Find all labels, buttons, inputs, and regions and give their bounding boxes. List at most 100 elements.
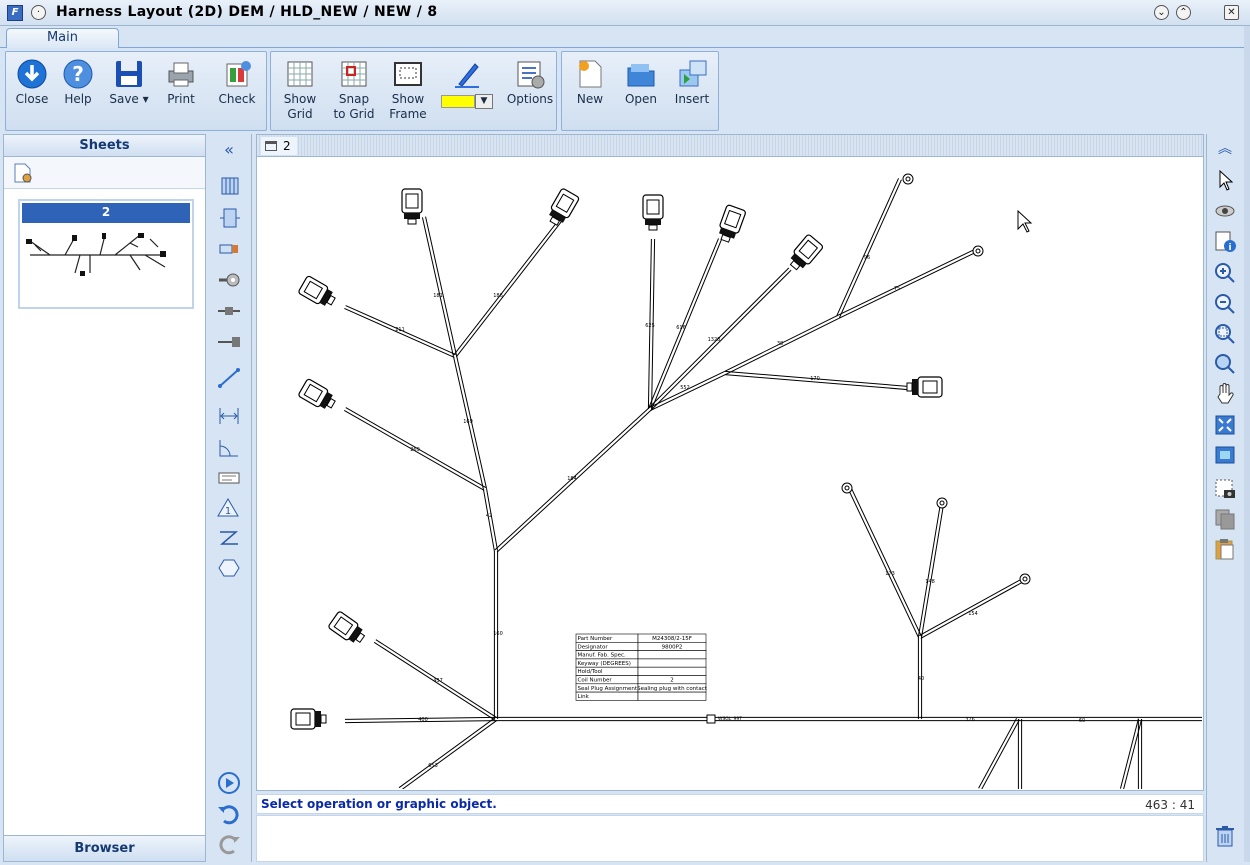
connector-backshell <box>645 219 661 225</box>
connector-face <box>295 712 311 726</box>
segment-label: 173 <box>885 571 895 577</box>
redo-icon[interactable] <box>216 831 242 855</box>
clear-messages-icon[interactable] <box>1213 824 1237 848</box>
view-tools-bar: ︽ i <box>1206 134 1242 862</box>
ring-terminal-tool-icon[interactable] <box>216 268 242 292</box>
connector-backshell <box>315 711 321 727</box>
splice-tool-icon[interactable] <box>216 206 242 230</box>
splice-marker <box>706 714 716 724</box>
wire-segment <box>978 717 1018 789</box>
save-button[interactable]: Save ▾ <box>104 58 154 107</box>
check-button[interactable]: Check <box>212 58 262 107</box>
sheet-thumbnail[interactable]: 2 <box>18 199 194 309</box>
table-key: Designator <box>578 644 609 650</box>
splice-marker-label: WSGL_99T <box>718 716 742 722</box>
sleeve-tool-icon[interactable] <box>216 299 242 323</box>
sheets-header[interactable]: Sheets <box>4 135 205 157</box>
connector-clamp <box>906 382 913 392</box>
status-message: Select operation or graphic object. <box>261 797 497 811</box>
browser-header[interactable]: Browser <box>4 835 205 861</box>
color-dropdown-button[interactable]: ▼ <box>475 94 493 109</box>
zoom-window-icon[interactable] <box>1213 322 1237 346</box>
undo-icon[interactable] <box>216 801 242 825</box>
select-pointer-icon[interactable] <box>1213 168 1237 192</box>
collapse-up-icon[interactable]: ︽ <box>1213 138 1237 162</box>
color-swatch[interactable] <box>441 95 475 108</box>
table-value: 2 <box>670 678 674 684</box>
view-eye-icon[interactable] <box>1213 199 1237 223</box>
help-button[interactable]: ? Help <box>56 58 100 107</box>
note-tool-icon[interactable]: 1 <box>216 496 242 520</box>
segment-label: 1328 <box>708 337 721 343</box>
angle-dimension-tool-icon[interactable] <box>216 436 242 460</box>
segment-tool-icon[interactable] <box>216 366 242 390</box>
fit-sheet-icon[interactable] <box>1213 443 1237 467</box>
connector-tool-icon[interactable] <box>216 174 242 198</box>
close-button[interactable]: Close <box>10 58 54 107</box>
options-button[interactable]: Options <box>505 58 555 107</box>
connector-symbol <box>290 708 327 730</box>
zoom-in-icon[interactable] <box>1213 261 1237 285</box>
segment-label: 170 <box>810 376 820 382</box>
properties-info-icon[interactable]: i <box>1213 229 1237 253</box>
segment-label: 154 <box>968 611 978 617</box>
pen-icon <box>451 58 483 90</box>
maximize-button[interactable]: ⌃ <box>1176 5 1191 20</box>
print-button[interactable]: Print <box>158 58 204 107</box>
document-tab[interactable]: 2 <box>261 137 297 155</box>
window-edge-scrollbar[interactable] <box>1244 26 1250 862</box>
wire-end-tool-icon[interactable] <box>216 237 242 261</box>
minimize-button[interactable]: ⌄ <box>1154 5 1169 20</box>
text-tool-icon[interactable] <box>216 466 242 490</box>
show-grid-button[interactable]: Show Grid <box>277 58 323 122</box>
segment-label: 653 <box>428 763 438 769</box>
check-icon <box>221 58 253 90</box>
pan-hand-icon[interactable] <box>1213 382 1237 406</box>
insert-button[interactable]: Insert <box>668 58 716 107</box>
snapshot-icon[interactable] <box>1213 477 1237 501</box>
polygon-tool-icon[interactable] <box>216 556 242 580</box>
polyline-tool-icon[interactable] <box>216 526 242 550</box>
segment-label: 269 <box>410 447 420 453</box>
sheet-settings-icon[interactable] <box>12 162 34 184</box>
tab-main[interactable]: Main <box>6 28 119 48</box>
drawing-canvas[interactable]: 181 186 625 616 1328 96 75 38 552 170 211 169 184 269… <box>260 159 1202 789</box>
zoom-previous-icon[interactable] <box>1213 352 1237 376</box>
open-button[interactable]: Open <box>618 58 664 107</box>
window-menu-button[interactable]: · <box>31 5 46 20</box>
paste-icon[interactable] <box>1213 537 1237 561</box>
copy-icon[interactable] <box>1213 507 1237 531</box>
document-window: 2 181 186 625 616 1328 96 75 38 552 170 211 169 184 2… <box>256 134 1204 791</box>
segment-label: 181 <box>433 293 443 299</box>
wire-segment <box>839 179 902 318</box>
wire-segment <box>486 488 499 551</box>
play-macro-icon[interactable] <box>216 771 242 795</box>
zoom-out-icon[interactable] <box>1213 292 1237 316</box>
segment-label: 326 <box>965 717 975 723</box>
collapse-panel-icon[interactable]: « <box>216 140 242 164</box>
svg-text:?: ? <box>72 62 84 86</box>
dimension-tool-icon[interactable] <box>216 404 242 428</box>
segment-label: 437 <box>433 678 443 684</box>
connector-symbol <box>906 376 943 398</box>
sheets-panel: Sheets 2 Browser <box>3 134 206 862</box>
wire-segment <box>725 370 921 388</box>
clip-tool-icon[interactable] <box>216 330 242 354</box>
wire-segment <box>453 215 563 356</box>
wire-segment <box>981 719 1020 789</box>
harness-drawing[interactable]: 181 186 625 616 1328 96 75 38 552 170 211 169 184 269… <box>260 159 1202 789</box>
mouse-cursor <box>1017 209 1033 233</box>
segment-label: 75 <box>894 286 900 292</box>
table-key: Hold/Tool <box>578 669 604 675</box>
connector-face <box>405 193 419 209</box>
snap-to-grid-button[interactable]: Snap to Grid <box>329 58 379 122</box>
segment-label: 40 <box>918 676 924 682</box>
new-button[interactable]: New <box>568 58 612 107</box>
wire-segment <box>837 249 975 317</box>
fit-all-icon[interactable] <box>1213 413 1237 437</box>
window-title: Harness Layout (2D) DEM / HLD_NEW / NEW … <box>56 4 438 20</box>
ring-hole <box>1022 576 1028 582</box>
show-frame-button[interactable]: Show Frame <box>383 58 433 122</box>
close-window-button[interactable]: ✕ <box>1224 5 1239 20</box>
line-color-picker[interactable]: ▼ <box>437 58 497 110</box>
